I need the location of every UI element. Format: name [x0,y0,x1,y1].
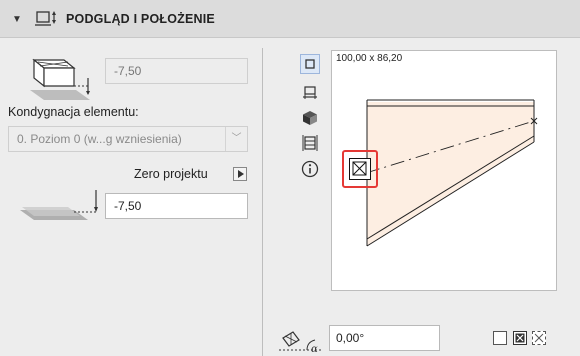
mirror-checkbox-icon[interactable] [513,331,527,345]
story-label: Kondygnacja elementu: [8,105,139,119]
mirror-dashed-icon[interactable] [532,331,546,345]
panel-divider [262,48,263,356]
3d-view-icon[interactable] [300,108,320,128]
rotation-angle-field[interactable]: 0,00° [329,325,440,351]
section-view-icon[interactable] [300,83,320,103]
zero-project-label: Zero projektu [134,167,208,181]
zero-project-menu-button[interactable] [233,167,247,181]
project-zero-elevation-icon [20,190,98,220]
chevron-down-icon[interactable]: ﹀ [225,127,247,151]
story-select[interactable]: 0. Poziom 0 (w...g wzniesienia) ﹀ [8,126,248,152]
info-icon[interactable] [300,159,320,179]
chevron-down-icon[interactable]: ▼ [12,14,22,25]
anchor-point-icon[interactable] [349,158,371,180]
rotation-angle-icon: α [279,331,321,354]
element-elevation-icon [30,58,90,100]
elevation-view-icon[interactable] [300,133,320,153]
preview-canvas[interactable]: 100,00 x 86,20 [331,50,557,291]
preview-position-icon [35,11,56,26]
zero-project-field[interactable]: -7,50 [105,193,248,219]
plan-view-icon[interactable] [300,54,320,74]
elevation-field[interactable]: -7,50 [105,58,248,84]
story-select-value: 0. Poziom 0 (w...g wzniesienia) [17,132,182,146]
svg-text:α: α [311,344,318,354]
empty-checkbox-icon[interactable] [493,331,507,345]
panel-header[interactable]: ▼ PODGLĄD I POŁOŻENIE [0,0,580,38]
panel-title: PODGLĄD I POŁOŻENIE [66,12,215,26]
